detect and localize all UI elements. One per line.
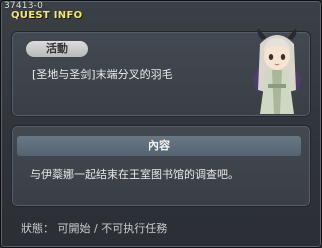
quest-status: 狀態： 可開始 / 不可执行任務 <box>21 222 168 235</box>
quest-summary-panel: 活動 [圣地与圣剑]末端分叉的羽毛 <box>11 28 311 117</box>
npc-portrait-icon <box>252 28 302 114</box>
window-title: QUEST INFO <box>11 10 83 21</box>
quest-description: 与伊蘂娜一起结束在王室图书馆的调查吧。 <box>30 168 239 181</box>
quest-name: [圣地与圣剑]末端分叉的羽毛 <box>32 68 173 81</box>
content-section-header: 內容 <box>17 136 301 156</box>
quest-info-window: 37413-0 QUEST INFO 活動 [圣地与圣剑]末端分叉的羽毛 內容 … <box>0 0 322 248</box>
quest-type-badge: 活動 <box>26 41 88 57</box>
quest-details-panel: 內容 与伊蘂娜一起结束在王室图书馆的调查吧。 <box>11 125 311 207</box>
